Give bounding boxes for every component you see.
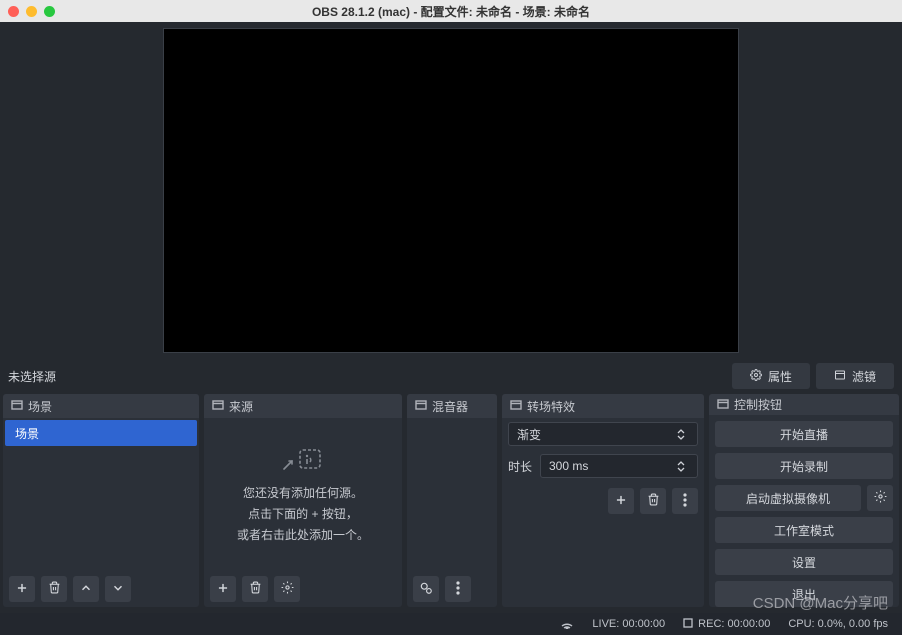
source-properties-button[interactable] xyxy=(274,576,300,602)
scene-item-label: 场景 xyxy=(15,425,39,442)
duration-input[interactable]: 300 ms xyxy=(540,454,698,478)
sources-empty-state: 您还没有添加任何源。 点击下面的 + 按钮， 或者右击此处添加一个。 xyxy=(204,418,402,571)
dock-icon xyxy=(510,399,522,413)
minimize-window-button[interactable] xyxy=(26,6,37,17)
close-window-button[interactable] xyxy=(8,6,19,17)
maximize-window-button[interactable] xyxy=(44,6,55,17)
scenes-header[interactable]: 场景 xyxy=(3,394,199,418)
scenes-panel: 场景 场景 xyxy=(3,394,199,607)
sources-list[interactable]: 您还没有添加任何源。 点击下面的 + 按钮， 或者右击此处添加一个。 xyxy=(204,418,402,571)
gear-icon xyxy=(750,369,762,384)
filters-label: 滤镜 xyxy=(852,368,876,385)
sources-toolbar xyxy=(204,571,402,607)
mixer-title: 混音器 xyxy=(432,398,468,415)
remove-scene-button[interactable] xyxy=(41,576,67,602)
mixer-toolbar xyxy=(407,571,497,607)
live-time: LIVE: 00:00:00 xyxy=(592,618,665,630)
exit-button[interactable]: 退出 xyxy=(715,581,893,607)
more-vertical-icon xyxy=(683,493,687,510)
filters-button[interactable]: 滤镜 xyxy=(816,363,894,389)
scenes-toolbar xyxy=(3,571,199,607)
select-stepper-icon xyxy=(677,429,689,440)
spinner-icon xyxy=(677,461,689,472)
plus-icon xyxy=(614,493,628,510)
start-recording-button[interactable]: 开始录制 xyxy=(715,453,893,479)
mixer-menu-button[interactable] xyxy=(445,576,471,602)
duration-value: 300 ms xyxy=(549,459,588,473)
plus-icon xyxy=(15,581,29,598)
gear-advanced-icon xyxy=(419,581,433,598)
chevron-down-icon xyxy=(111,581,125,598)
add-scene-button[interactable] xyxy=(9,576,35,602)
trash-icon xyxy=(249,581,262,597)
gear-icon xyxy=(281,581,294,597)
connection-status xyxy=(560,617,574,632)
trash-icon xyxy=(48,581,61,597)
preview-area xyxy=(0,22,902,358)
docks-row: 场景 场景 来源 xyxy=(0,394,902,607)
trash-icon xyxy=(647,493,660,509)
add-source-button[interactable] xyxy=(210,576,236,602)
move-scene-down-button[interactable] xyxy=(105,576,131,602)
stop-square-icon xyxy=(683,618,693,631)
remove-source-button[interactable] xyxy=(242,576,268,602)
transitions-body: 渐变 时长 300 ms xyxy=(502,418,704,607)
sources-empty-line3: 或者右击此处添加一个。 xyxy=(237,526,369,543)
move-scene-up-button[interactable] xyxy=(73,576,99,602)
transition-select[interactable]: 渐变 xyxy=(508,422,698,446)
remove-transition-button[interactable] xyxy=(640,488,666,514)
more-vertical-icon xyxy=(456,581,460,598)
window-title: OBS 28.1.2 (mac) - 配置文件: 未命名 - 场景: 未命名 xyxy=(0,3,902,20)
mixer-body xyxy=(407,418,497,571)
cpu-usage: CPU: 0.0%, 0.00 fps xyxy=(788,618,888,630)
virtual-cam-settings-button[interactable] xyxy=(867,485,893,511)
sources-header[interactable]: 来源 xyxy=(204,394,402,418)
status-bar: LIVE: 00:00:00 REC: 00:00:00 CPU: 0.0%, … xyxy=(0,613,902,635)
sources-panel: 来源 您还没有添加任何源。 点击下面的 + 按钮， 或者右击此处添加一个。 xyxy=(204,394,402,607)
gear-icon xyxy=(874,490,887,506)
duration-label: 时长 xyxy=(508,458,534,475)
chevron-up-icon xyxy=(79,581,93,598)
transition-menu-button[interactable] xyxy=(672,488,698,514)
controls-header[interactable]: 控制按钮 xyxy=(709,394,899,415)
transitions-panel: 转场特效 渐变 时长 300 ms xyxy=(502,394,704,607)
context-toolbar: 未选择源 属性 滤镜 xyxy=(0,358,902,394)
transition-selected: 渐变 xyxy=(517,426,541,443)
scenes-list[interactable]: 场景 xyxy=(3,418,199,571)
controls-body: 开始直播 开始录制 启动虚拟摄像机 工作室模式 设置 退出 xyxy=(709,415,899,607)
dock-icon xyxy=(11,399,23,413)
controls-panel: 控制按钮 开始直播 开始录制 启动虚拟摄像机 工作室模式 设置 退出 xyxy=(709,394,899,607)
properties-button[interactable]: 属性 xyxy=(732,363,810,389)
signal-icon xyxy=(560,617,574,632)
start-streaming-button[interactable]: 开始直播 xyxy=(715,421,893,447)
traffic-lights xyxy=(8,6,55,17)
dock-icon xyxy=(212,399,224,413)
transitions-header[interactable]: 转场特效 xyxy=(502,394,704,418)
no-source-label: 未选择源 xyxy=(8,368,56,385)
dock-icon xyxy=(415,399,427,413)
sources-empty-line2: 点击下面的 + 按钮， xyxy=(248,505,358,522)
studio-mode-button[interactable]: 工作室模式 xyxy=(715,517,893,543)
transitions-title: 转场特效 xyxy=(527,398,575,415)
properties-label: 属性 xyxy=(768,368,792,385)
audio-mixer-panel: 混音器 xyxy=(407,394,497,607)
rec-time: REC: 00:00:00 xyxy=(698,618,770,630)
sources-empty-line1: 您还没有添加任何源。 xyxy=(243,484,363,501)
mixer-header[interactable]: 混音器 xyxy=(407,394,497,418)
plus-icon xyxy=(216,581,230,598)
add-transition-button[interactable] xyxy=(608,488,634,514)
start-virtual-cam-button[interactable]: 启动虚拟摄像机 xyxy=(715,485,861,511)
scenes-title: 场景 xyxy=(28,398,52,415)
filter-icon xyxy=(834,369,846,384)
mixer-settings-button[interactable] xyxy=(413,576,439,602)
controls-title: 控制按钮 xyxy=(734,396,782,413)
sources-title: 来源 xyxy=(229,398,253,415)
rec-indicator: REC: 00:00:00 xyxy=(683,618,770,631)
titlebar: OBS 28.1.2 (mac) - 配置文件: 未命名 - 场景: 未命名 xyxy=(0,0,902,22)
dock-icon xyxy=(717,398,729,412)
empty-sources-icon xyxy=(282,447,324,474)
scene-item[interactable]: 场景 xyxy=(5,420,197,446)
preview-canvas[interactable] xyxy=(163,28,739,353)
settings-button[interactable]: 设置 xyxy=(715,549,893,575)
